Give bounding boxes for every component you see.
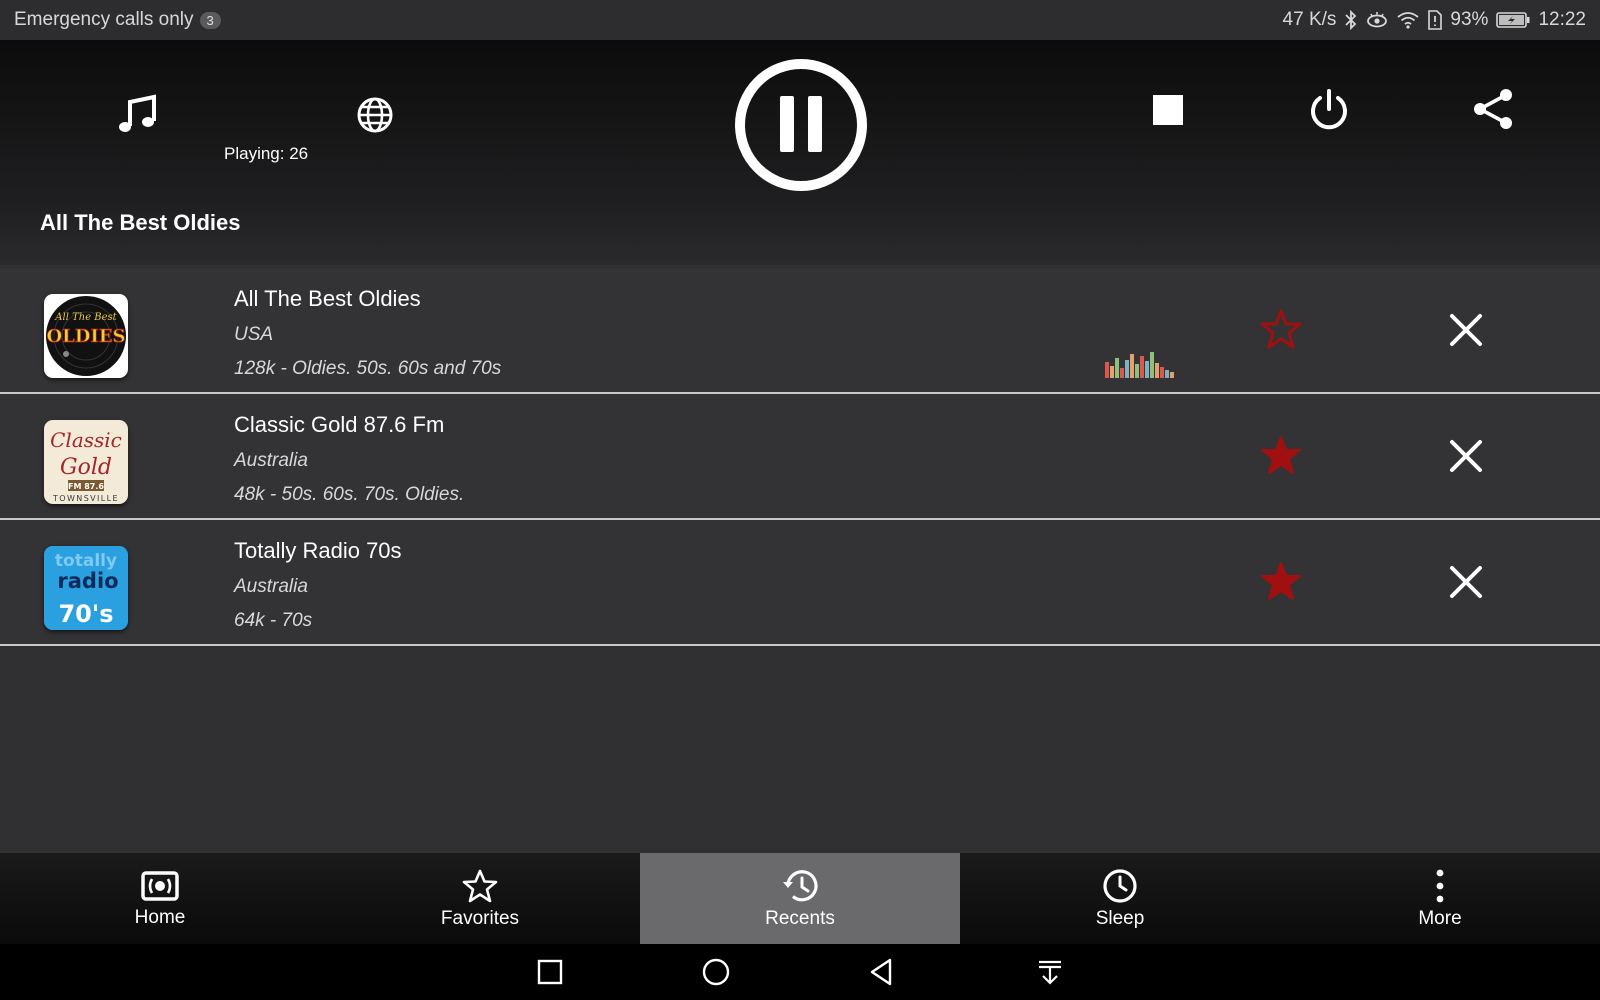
home-button[interactable] — [700, 956, 732, 988]
station-logo: All The Best OLDIES — [44, 294, 128, 378]
nav-recents[interactable]: Recents — [640, 853, 960, 944]
battery-percent: 93% — [1450, 9, 1489, 30]
station-description: 64k - 70s — [234, 610, 313, 631]
svg-text:Classic: Classic — [50, 428, 122, 452]
nav-favorites[interactable]: Favorites — [320, 853, 640, 944]
no-sim-icon — [1428, 10, 1443, 30]
station-logo: Classic Gold FM 87.6 TOWNSVILLE — [44, 420, 128, 504]
svg-text:All The Best: All The Best — [54, 312, 117, 323]
svg-text:OLDIES: OLDIES — [46, 326, 125, 347]
remove-station-button[interactable] — [1446, 310, 1486, 350]
station-logo: totally radio 70's — [44, 546, 128, 630]
svg-text:totally: totally — [55, 551, 117, 571]
more-vert-icon — [1436, 869, 1444, 902]
nav-sleep[interactable]: Sleep — [960, 853, 1280, 944]
radio-icon — [141, 870, 179, 901]
station-country: Australia — [234, 576, 308, 597]
nav-recents-label: Recents — [765, 907, 835, 929]
station-name: Totally Radio 70s — [234, 538, 402, 563]
battery-charging-icon — [1496, 12, 1530, 28]
recent-apps-button[interactable] — [534, 956, 566, 988]
power-button[interactable] — [1306, 86, 1352, 132]
clock-icon — [1103, 868, 1137, 903]
svg-text:TOWNSVILLE: TOWNSVILLE — [52, 494, 119, 503]
clock: 12:22 — [1538, 9, 1586, 30]
network-speed: 47 K/s — [1282, 9, 1337, 30]
globe-icon[interactable] — [350, 90, 400, 140]
eye-comfort-icon — [1366, 11, 1388, 29]
nav-more-label: More — [1418, 907, 1462, 929]
notification-count-badge: 3 — [199, 11, 221, 29]
music-note-icon[interactable] — [112, 90, 162, 140]
status-bar: Emergency calls only 3 47 K/s 93% 12:22 — [0, 0, 1600, 40]
playing-count-label: Playing: 26 — [224, 144, 309, 163]
wifi-icon — [1396, 11, 1420, 29]
station-country: Australia — [234, 450, 308, 471]
current-station-title: All The Best Oldies — [40, 210, 241, 235]
station-name: All The Best Oldies — [234, 286, 421, 311]
player-controls: Playing: 26 All The Best Oldies — [0, 40, 1600, 265]
station-name: Classic Gold 87.6 Fm — [234, 412, 445, 437]
history-icon — [783, 869, 818, 901]
pause-button[interactable] — [732, 56, 870, 194]
nav-home-label: Home — [134, 906, 186, 928]
favorite-star-icon[interactable] — [1260, 560, 1302, 602]
bottom-navigation: Home Favorites Recents Sleep More — [0, 853, 1600, 944]
now-playing-equalizer-icon — [1105, 352, 1175, 378]
station-description: 128k - Oldies. 50s. 60s and 70s — [234, 358, 502, 379]
share-button[interactable] — [1470, 86, 1516, 132]
favorite-star-icon[interactable] — [1260, 434, 1302, 476]
system-navigation-bar — [0, 944, 1600, 1000]
back-button[interactable] — [866, 956, 898, 988]
nav-more[interactable]: More — [1280, 853, 1600, 944]
carrier-text: Emergency calls only — [14, 9, 194, 30]
svg-text:70's: 70's — [58, 600, 113, 628]
svg-text:radio: radio — [57, 569, 118, 593]
bluetooth-icon — [1344, 10, 1358, 30]
list-item[interactable]: totally radio 70's Totally Radio 70s Aus… — [0, 520, 1600, 646]
stop-button[interactable] — [1148, 90, 1188, 130]
nav-home[interactable]: Home — [0, 853, 320, 944]
recents-list: All The Best OLDIES All The Best Oldies … — [0, 268, 1600, 646]
list-item[interactable]: Classic Gold FM 87.6 TOWNSVILLE Classic … — [0, 394, 1600, 520]
station-description: 48k - 50s. 60s. 70s. Oldies. — [234, 484, 465, 505]
star-icon — [462, 869, 498, 902]
nav-sleep-label: Sleep — [1095, 907, 1145, 929]
favorite-star-icon[interactable] — [1260, 308, 1302, 350]
remove-station-button[interactable] — [1446, 436, 1486, 476]
nav-favorites-label: Favorites — [440, 907, 520, 929]
notification-pulldown-button[interactable] — [1034, 956, 1066, 988]
remove-station-button[interactable] — [1446, 562, 1486, 602]
svg-text:Gold: Gold — [60, 455, 112, 480]
list-item[interactable]: All The Best OLDIES All The Best Oldies … — [0, 268, 1600, 394]
svg-text:FM 87.6: FM 87.6 — [68, 482, 104, 491]
station-country: USA — [234, 324, 274, 345]
